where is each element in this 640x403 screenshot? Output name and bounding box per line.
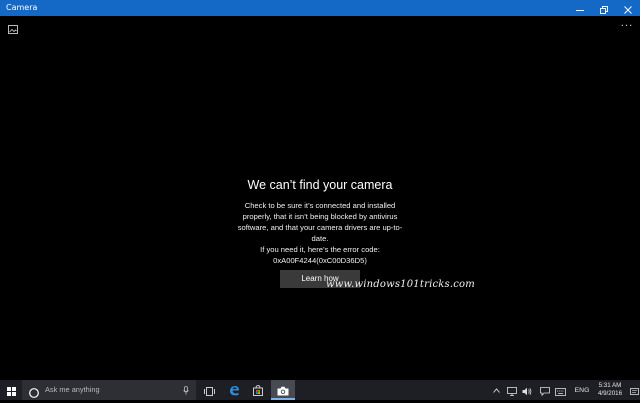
taskbar: Ask me anything ENG 5:31 AM 4/9/2016 [0,380,640,400]
close-button[interactable] [616,0,640,16]
volume-icon [522,381,532,400]
messaging-button[interactable] [538,380,552,400]
volume-button[interactable] [520,380,534,400]
camera-error-message: We can’t find your camera Check to be su… [200,176,440,266]
task-view-button[interactable] [199,380,219,400]
cortana-icon [28,384,40,398]
input-language[interactable]: ENG [572,380,592,400]
action-center-button[interactable] [628,380,640,400]
task-view-icon [203,381,215,400]
clock-time: 5:31 AM [598,382,622,389]
close-icon [624,0,632,18]
edge-taskbar-button[interactable] [223,380,245,400]
network-button[interactable] [505,380,519,400]
search-box[interactable]: Ask me anything [22,380,196,400]
system-clock[interactable]: 5:31 AM 4/9/2016 [596,382,624,398]
more-options-button[interactable]: ··· [620,22,634,34]
minimize-icon [576,0,584,18]
touch-keyboard-button[interactable] [553,380,567,400]
store-icon [253,381,263,400]
gallery-button[interactable] [6,22,20,34]
error-code: 0xA00F4244(0xC00D36D5) [273,256,367,265]
keyboard-icon [554,381,566,400]
windows-start-icon [6,381,16,400]
maximize-button[interactable] [592,0,616,16]
error-heading: We can’t find your camera [247,178,393,192]
restore-icon [600,0,608,18]
watermark-text: www.windows101tricks.com [326,279,475,290]
message-icon [540,381,550,400]
camera-icon [277,381,289,400]
start-button[interactable] [0,380,22,400]
edge-icon [229,381,240,400]
microphone-icon[interactable] [180,380,192,400]
camera-taskbar-button[interactable] [271,380,295,400]
chevron-up-icon [492,386,500,395]
clock-date: 4/9/2016 [597,390,623,397]
error-body: Check to be sure it’s connected and inst… [237,201,403,243]
search-placeholder: Ask me anything [45,385,100,394]
notification-icon [629,381,639,400]
minimize-button[interactable] [568,0,592,16]
title-bar: Camera [0,0,640,16]
photo-gallery-icon [8,19,18,38]
show-hidden-icons-button[interactable] [490,380,502,400]
network-icon [507,381,517,400]
store-taskbar-button[interactable] [247,380,269,400]
window-title: Camera [6,3,38,12]
error-code-intro: If you need it, here’s the error code: [260,245,380,254]
